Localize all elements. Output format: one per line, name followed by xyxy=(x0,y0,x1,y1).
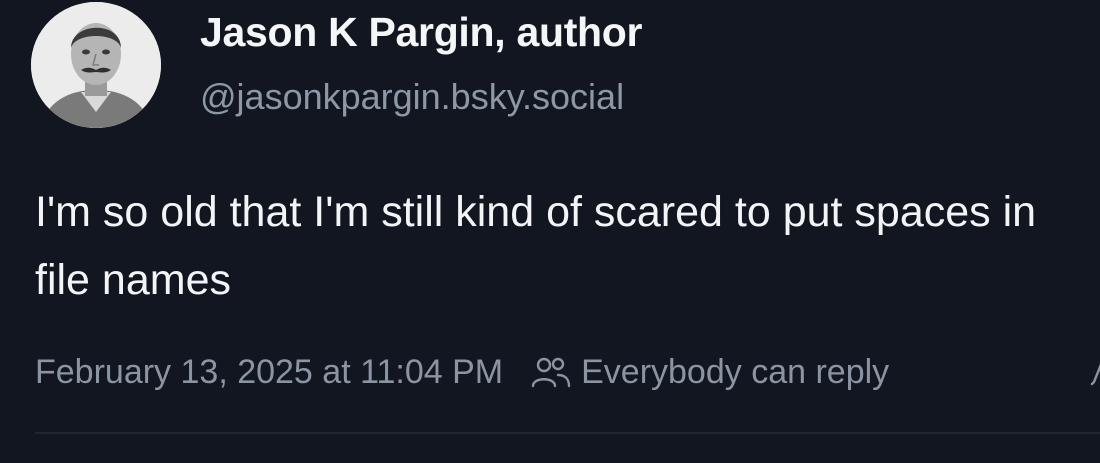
reply-setting[interactable]: Everybody can reply xyxy=(531,353,889,392)
author-avatar[interactable] xyxy=(31,2,161,128)
people-icon xyxy=(531,357,571,388)
avatar-portrait-icon xyxy=(31,2,161,128)
post-meta: February 13, 2025 at 11:04 PM Everybody … xyxy=(35,350,889,394)
post-timestamp[interactable]: February 13, 2025 at 11:04 PM xyxy=(35,353,503,392)
post-text: I'm so old that I'm still kind of scared… xyxy=(35,188,1037,304)
edit-icon[interactable] xyxy=(1090,360,1100,386)
reply-setting-label: Everybody can reply xyxy=(581,352,890,391)
author-display-name[interactable]: Jason K Pargin, author xyxy=(200,9,643,56)
divider xyxy=(35,432,1100,434)
post-card: Jason K Pargin, author @jasonkpargin.bsk… xyxy=(0,0,1100,463)
author-handle[interactable]: @jasonkpargin.bsky.social xyxy=(200,76,624,118)
